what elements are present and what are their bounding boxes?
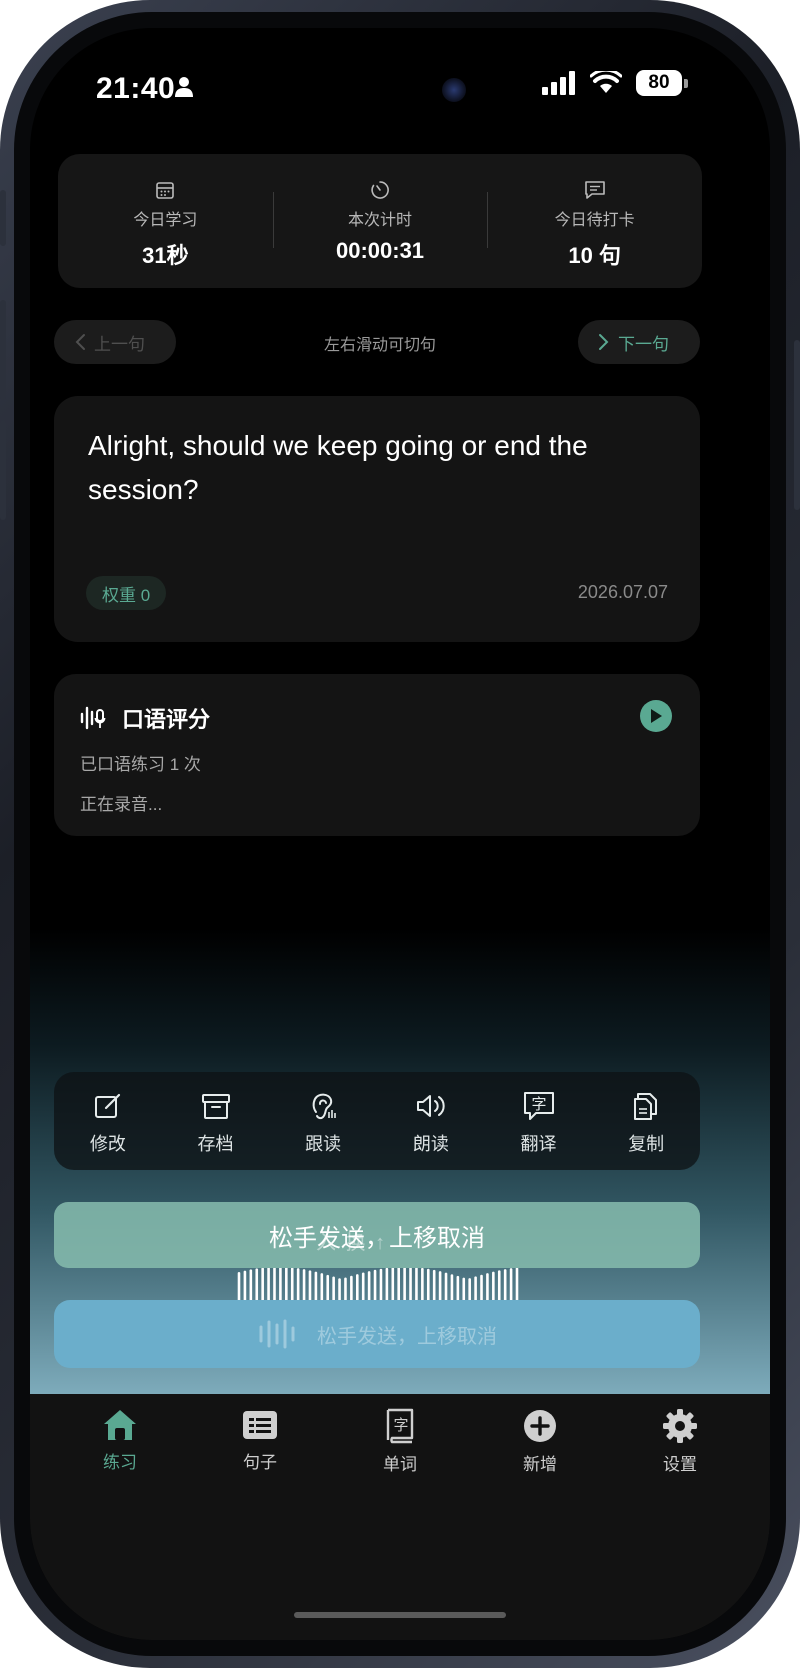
translate-button[interactable]: 字 翻译 xyxy=(485,1072,593,1170)
tool-label: 跟读 xyxy=(305,1134,342,1154)
voice-wave-icon xyxy=(80,706,106,730)
translate-icon: 字 xyxy=(523,1092,554,1120)
battery-tip xyxy=(684,78,688,88)
listen-ear-icon xyxy=(312,1093,336,1120)
tab-label: 练习 xyxy=(103,1453,137,1472)
next-sentence-button[interactable]: 下一句 xyxy=(578,320,700,364)
wifi-icon xyxy=(590,71,622,93)
edit-button[interactable]: 修改 xyxy=(54,1072,162,1170)
tool-label: 复制 xyxy=(628,1134,665,1154)
tab-label: 设置 xyxy=(663,1455,697,1474)
calendar-icon xyxy=(156,182,175,199)
play-button[interactable] xyxy=(640,700,672,732)
phone-volume-down-button xyxy=(0,420,6,520)
chevron-left-icon xyxy=(75,334,85,350)
stat-value: 00:00:31 xyxy=(335,238,425,263)
svg-text:字: 字 xyxy=(531,1095,546,1113)
screen: 21:40 80 今日学习 31秒 本次计时 00:00:31 今日待打卡 10… xyxy=(30,28,770,1640)
home-indicator xyxy=(294,1612,506,1618)
tab-label: 单词 xyxy=(383,1455,417,1474)
tab-add[interactable]: 新增 xyxy=(470,1394,610,1640)
sentence-card[interactable]: Alright, should we keep going or end the… xyxy=(54,396,700,642)
bottom-tab-bar: 练习 句子 字 单词 新增 设置 xyxy=(30,1394,770,1640)
camera-lens xyxy=(442,78,466,102)
prev-sentence-label: 上一句 xyxy=(94,334,145,354)
svg-text:字: 字 xyxy=(393,1416,408,1434)
stat-pending-checkin: 今日待打卡 10 句 xyxy=(487,154,702,288)
speaking-practice-count: 已口语练习 1 次 xyxy=(80,755,201,774)
follow-read-button[interactable]: 跟读 xyxy=(269,1072,377,1170)
next-sentence-label: 下一句 xyxy=(618,334,669,354)
battery-level: 80 xyxy=(636,70,682,96)
message-icon xyxy=(584,181,605,199)
tool-label: 存档 xyxy=(197,1134,234,1154)
status-right: 80 xyxy=(542,70,688,96)
stat-value: 10 句 xyxy=(568,243,621,268)
copy-button[interactable]: 复制 xyxy=(592,1072,700,1170)
phone-action-button xyxy=(0,190,6,246)
tool-label: 翻译 xyxy=(520,1134,557,1154)
person-icon xyxy=(175,77,193,97)
play-icon xyxy=(651,709,662,723)
stat-label: 今日待打卡 xyxy=(554,212,635,229)
speaking-score-title: 口语评分 xyxy=(122,707,211,732)
dynamic-island xyxy=(288,60,512,126)
stats-card: 今日学习 31秒 本次计时 00:00:31 今日待打卡 10 句 xyxy=(58,154,702,288)
hold-to-record-label: 松手发送，上移取消 xyxy=(317,1325,497,1348)
archive-icon xyxy=(201,1094,230,1119)
voice-bars-icon xyxy=(259,1319,295,1349)
speaking-score-card: 口语评分 已口语练习 1 次 正在录音... xyxy=(54,674,700,836)
dictionary-icon: 字 xyxy=(386,1408,414,1444)
tab-sentences[interactable]: 句子 xyxy=(190,1394,330,1640)
stat-session-timer: 本次计时 00:00:31 xyxy=(272,154,488,288)
copy-icon xyxy=(634,1093,658,1120)
stat-label: 今日学习 xyxy=(133,212,198,229)
tab-practice[interactable]: 练习 xyxy=(50,1394,190,1640)
status-time: 21:40 xyxy=(96,72,176,105)
home-icon xyxy=(104,1410,136,1440)
speaking-score-header: 口语评分 xyxy=(80,702,210,734)
swipe-hint: 左右滑动可切句 xyxy=(323,337,436,354)
archive-button[interactable]: 存档 xyxy=(162,1072,270,1170)
stat-value: 31秒 xyxy=(142,243,189,268)
prev-sentence-button[interactable]: 上一句 xyxy=(54,320,176,364)
tool-label: 朗读 xyxy=(412,1134,449,1154)
tab-settings[interactable]: 设置 xyxy=(610,1394,750,1640)
recording-status: 正在录音... xyxy=(80,795,163,814)
read-aloud-button[interactable]: 朗读 xyxy=(377,1072,485,1170)
phone-volume-up-button xyxy=(0,300,6,400)
tab-label: 句子 xyxy=(243,1453,277,1472)
add-circle-icon xyxy=(524,1410,556,1442)
sentence-text: Alright, should we keep going or end the… xyxy=(88,430,588,505)
sentence-date: 2026.07.07 xyxy=(577,582,668,602)
cellular-signal-icon xyxy=(542,71,575,95)
tool-label: 修改 xyxy=(89,1134,126,1154)
weight-badge: 权重 0 xyxy=(86,576,167,610)
chevron-right-icon xyxy=(599,334,609,350)
speaker-icon xyxy=(416,1095,445,1117)
gear-icon xyxy=(663,1409,697,1443)
stat-today-study: 今日学习 31秒 xyxy=(58,154,273,288)
list-icon xyxy=(243,1411,277,1439)
hold-to-record-button[interactable]: 松手发送，上移取消 xyxy=(54,1300,700,1368)
switch-input-ghost-text: 入 换 ↑ xyxy=(316,1232,388,1254)
phone-power-button xyxy=(794,340,800,510)
edit-icon xyxy=(94,1093,120,1118)
timer-icon xyxy=(371,181,389,199)
stat-label: 本次计时 xyxy=(348,212,413,229)
battery-indicator: 80 xyxy=(636,70,688,96)
tab-label: 新增 xyxy=(523,1455,557,1474)
tab-words[interactable]: 字 单词 xyxy=(330,1394,470,1640)
action-toolbar: 修改 存档 跟读 朗读 字 翻译 复制 xyxy=(54,1072,700,1170)
